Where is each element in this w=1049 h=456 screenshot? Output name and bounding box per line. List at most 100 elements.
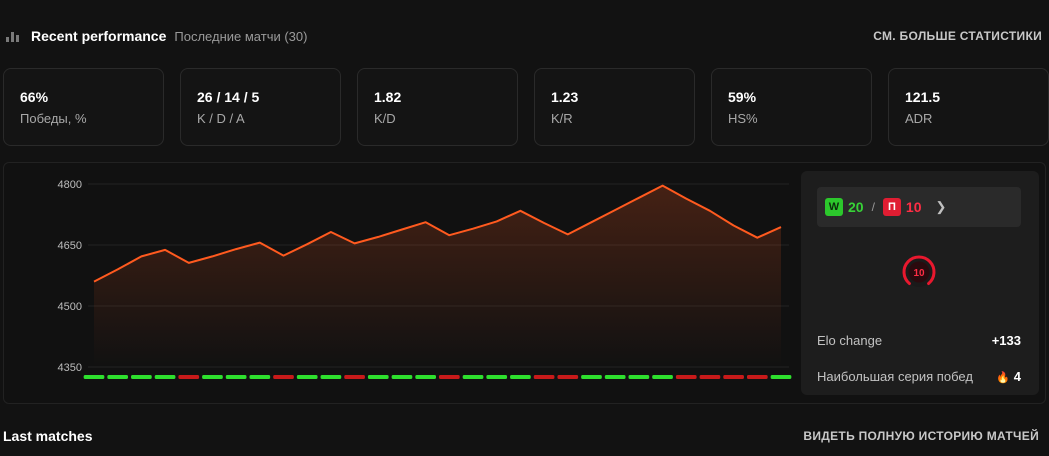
- result-bar-win[interactable]: [131, 375, 152, 379]
- elo-point[interactable]: [185, 259, 193, 267]
- stats-row: 66% Победы, % 26 / 14 / 5 K / D / A 1.82…: [3, 68, 1049, 146]
- result-bar-loss[interactable]: [557, 375, 579, 379]
- elo-point[interactable]: [303, 240, 311, 248]
- elo-point[interactable]: [445, 231, 453, 239]
- win-streak-label: Наибольшая серия побед: [817, 369, 973, 384]
- elo-point[interactable]: [161, 246, 169, 254]
- elo-point[interactable]: [564, 230, 572, 238]
- result-bar-win[interactable]: [367, 375, 389, 379]
- result-bar-win[interactable]: [652, 375, 673, 379]
- performance-header: Recent performance Последние матчи (30) …: [6, 26, 1042, 46]
- stat-label: K / D / A: [197, 111, 245, 126]
- result-bar-loss[interactable]: [723, 375, 744, 379]
- result-bar-loss[interactable]: [178, 375, 200, 379]
- result-bar-loss[interactable]: [344, 375, 365, 379]
- elo-point[interactable]: [422, 218, 430, 226]
- win-badge: W: [825, 198, 843, 216]
- elo-change-value: +133: [991, 333, 1021, 348]
- stat-card-winrate: 66% Победы, %: [3, 68, 164, 146]
- elo-point[interactable]: [659, 182, 667, 190]
- section-subtitle: Последние матчи (30): [174, 28, 308, 44]
- chevron-right-icon[interactable]: ❯: [936, 199, 947, 215]
- elo-chart: 4800 4650 4500 4350: [4, 163, 799, 403]
- last-matches-title: Last matches: [3, 428, 93, 444]
- stat-card-hs: 59% HS%: [711, 68, 872, 146]
- elo-change-row: Elo change +133: [817, 333, 1021, 348]
- result-bar-win[interactable]: [202, 375, 223, 379]
- elo-point[interactable]: [90, 278, 98, 286]
- result-bar-loss[interactable]: [699, 375, 721, 379]
- stat-value: 1.82: [374, 89, 402, 105]
- result-bar-loss[interactable]: [746, 375, 768, 379]
- elo-point[interactable]: [208, 252, 216, 260]
- elo-point[interactable]: [611, 206, 619, 214]
- stat-value: 26 / 14 / 5: [197, 89, 260, 105]
- elo-point[interactable]: [682, 195, 690, 203]
- result-bar-loss[interactable]: [439, 375, 460, 379]
- stat-value: 66%: [20, 89, 49, 105]
- elo-area: [94, 185, 781, 367]
- elo-chart-svg: 4800 4650 4500 4350: [58, 179, 792, 379]
- elo-point[interactable]: [730, 221, 738, 229]
- elo-point[interactable]: [374, 233, 382, 241]
- result-bar-win[interactable]: [107, 375, 129, 379]
- summary-card: W 20 / П 10 ❯ 10 Elo change +133 Наиболь…: [801, 171, 1039, 395]
- section-title: Recent performance: [31, 28, 167, 44]
- wins-count: 20: [848, 199, 864, 215]
- result-bar-win[interactable]: [604, 375, 626, 379]
- elo-point[interactable]: [351, 239, 359, 247]
- y-tick-label: 4500: [58, 301, 82, 313]
- result-bar-win[interactable]: [628, 375, 650, 379]
- elo-point[interactable]: [753, 234, 761, 242]
- stat-value: 121.5: [905, 89, 941, 105]
- stat-card-kd: 1.82 K/D: [357, 68, 518, 146]
- elo-point[interactable]: [706, 207, 714, 215]
- elo-change-label: Elo change: [817, 333, 883, 348]
- stat-card-kr: 1.23 K/R: [534, 68, 695, 146]
- result-bar-loss[interactable]: [533, 375, 555, 379]
- result-bar-win[interactable]: [249, 375, 271, 379]
- result-bar-win[interactable]: [415, 375, 436, 379]
- elo-point[interactable]: [256, 239, 264, 247]
- stat-label: K/D: [374, 111, 396, 126]
- elo-point[interactable]: [516, 207, 524, 215]
- stat-card-adr: 121.5 ADR: [888, 68, 1049, 146]
- result-bar-win[interactable]: [320, 375, 342, 379]
- win-streak-value: 4: [1013, 369, 1021, 384]
- y-tick-label: 4800: [58, 179, 82, 191]
- elo-point[interactable]: [327, 228, 335, 236]
- elo-point[interactable]: [137, 252, 145, 260]
- result-bar-loss[interactable]: [273, 375, 294, 379]
- more-stats-link[interactable]: СМ. БОЛЬШЕ СТАТИСТИКИ: [873, 29, 1042, 43]
- bar-chart-icon: [6, 30, 20, 42]
- elo-point[interactable]: [232, 245, 240, 253]
- elo-point[interactable]: [398, 226, 406, 234]
- fire-icon: 🔥: [996, 372, 1010, 384]
- result-bar-win[interactable]: [510, 375, 531, 379]
- elo-point[interactable]: [280, 252, 288, 260]
- result-bar-win[interactable]: [154, 375, 176, 379]
- result-bar-win[interactable]: [486, 375, 508, 379]
- elo-point[interactable]: [587, 218, 595, 226]
- result-bar-win[interactable]: [581, 375, 602, 379]
- result-bar-loss[interactable]: [675, 375, 697, 379]
- last-matches-header: Last matches ВИДЕТЬ ПОЛНУЮ ИСТОРИЮ МАТЧЕ…: [3, 426, 1039, 446]
- skill-level-value: 10: [913, 268, 925, 279]
- stat-label: K/R: [551, 111, 573, 126]
- elo-point[interactable]: [469, 225, 477, 233]
- elo-point[interactable]: [493, 217, 501, 225]
- result-bar-win[interactable]: [83, 375, 105, 379]
- win-loss-box[interactable]: W 20 / П 10 ❯: [817, 187, 1021, 227]
- result-bar-win[interactable]: [225, 375, 247, 379]
- full-history-link[interactable]: ВИДЕТЬ ПОЛНУЮ ИСТОРИЮ МАТЧЕЙ: [803, 429, 1039, 443]
- result-bar-win[interactable]: [462, 375, 484, 379]
- performance-panel: 4800 4650 4500 4350 W 20 / П 10 ❯ 10 Elo ch…: [3, 162, 1046, 404]
- elo-point[interactable]: [114, 265, 122, 273]
- result-bar-win[interactable]: [296, 375, 318, 379]
- elo-point[interactable]: [635, 194, 643, 202]
- win-streak-row: Наибольшая серия побед 🔥 4: [817, 369, 1021, 384]
- result-bar-win[interactable]: [770, 375, 792, 379]
- elo-point[interactable]: [777, 223, 785, 231]
- result-bar-win[interactable]: [391, 375, 413, 379]
- elo-point[interactable]: [540, 219, 548, 227]
